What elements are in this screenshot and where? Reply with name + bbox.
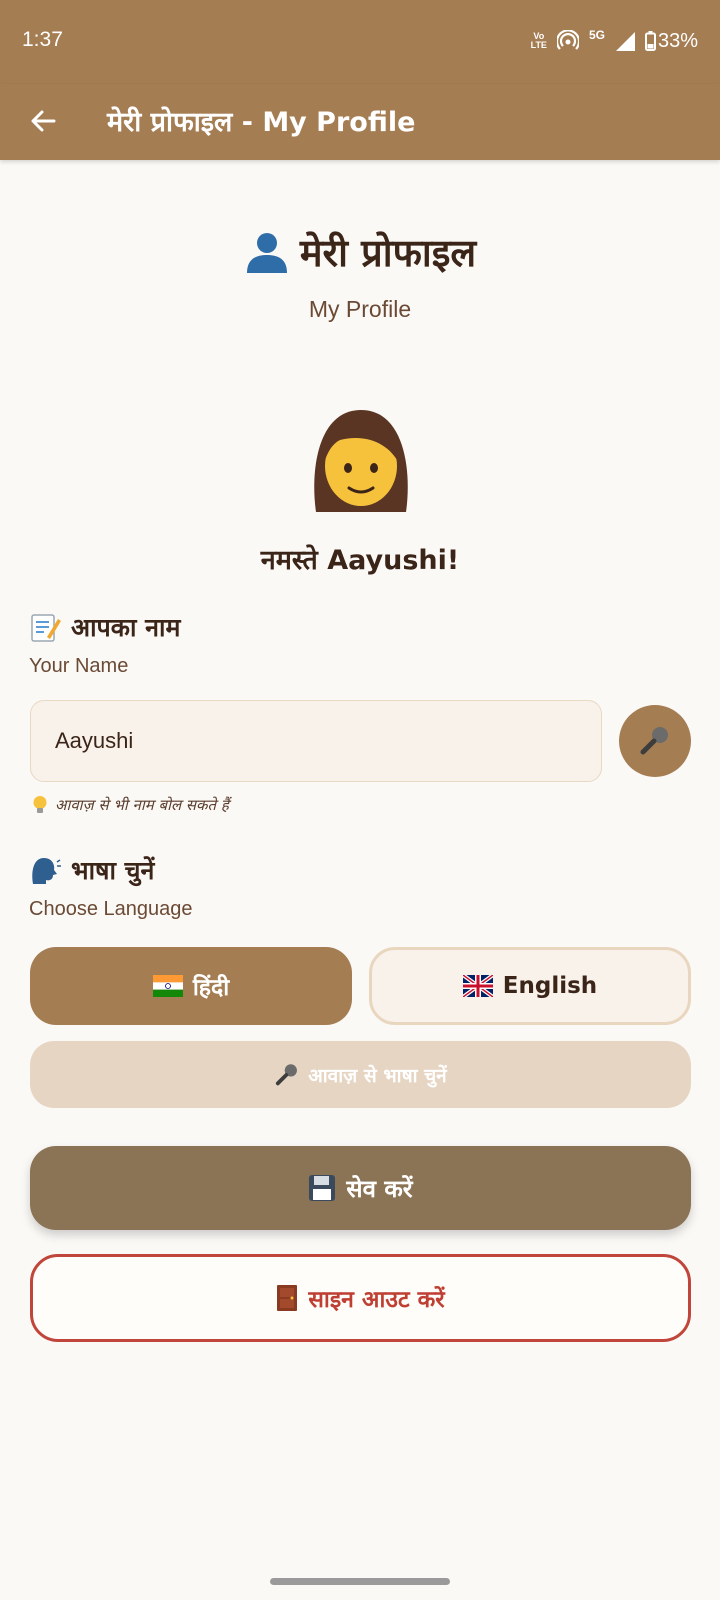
microphone-icon	[640, 727, 668, 755]
name-section-subtitle: Your Name	[29, 655, 129, 677]
battery-icon	[644, 31, 656, 51]
name-input[interactable]	[30, 700, 602, 782]
back-button[interactable]	[22, 100, 64, 142]
language-option-hindi[interactable]: हिंदी	[30, 947, 352, 1025]
signal-icon	[615, 32, 635, 51]
language-section-title: भाषा चुनें	[29, 853, 154, 887]
name-section-title: आपका नाम	[29, 610, 180, 644]
network-type: 5G	[588, 28, 605, 42]
microphone-icon	[276, 1063, 298, 1085]
app-bar: मेरी प्रोफाइल - My Profile	[0, 84, 720, 160]
person-icon	[246, 232, 287, 273]
status-time: 1:37	[22, 28, 63, 51]
hotspot-icon	[556, 30, 579, 50]
language-option-english[interactable]: English	[369, 947, 691, 1025]
woman-emoji-icon	[314, 410, 408, 512]
memo-icon	[31, 614, 61, 642]
floppy-disk-icon	[309, 1175, 336, 1201]
arrow-left-icon	[31, 110, 56, 132]
sign-out-button[interactable]: साइन आउट करें	[30, 1254, 691, 1342]
door-icon	[277, 1285, 298, 1311]
battery-percentage: 33%	[657, 29, 698, 52]
status-bar: 1:37 Vo LTE 5G 33%	[0, 0, 720, 84]
name-hint: आवाज़ से भी नाम बोल सकते हैं	[31, 795, 229, 815]
name-mic-button[interactable]	[619, 705, 691, 777]
india-flag-icon	[152, 975, 183, 997]
lightbulb-icon	[33, 796, 47, 813]
page-subtitle: My Profile	[308, 296, 412, 322]
save-button[interactable]: सेव करें	[30, 1146, 691, 1230]
volte-icon: Vo LTE	[530, 31, 547, 50]
greeting-text: नमस्ते Aayushi!	[260, 545, 460, 576]
battery: 33%	[644, 29, 698, 53]
speaking-head-icon	[32, 858, 61, 884]
app-bar-title: मेरी प्रोफाइल - My Profile	[107, 107, 416, 138]
voice-language-button[interactable]: आवाज़ से भाषा चुनें	[30, 1041, 691, 1108]
page-title: मेरी प्रोफाइल	[0, 226, 720, 279]
uk-flag-icon	[462, 975, 493, 997]
home-indicator[interactable]	[270, 1578, 450, 1585]
status-icons: Vo LTE 5G 33%	[531, 26, 698, 56]
language-section-subtitle: Choose Language	[29, 898, 193, 920]
